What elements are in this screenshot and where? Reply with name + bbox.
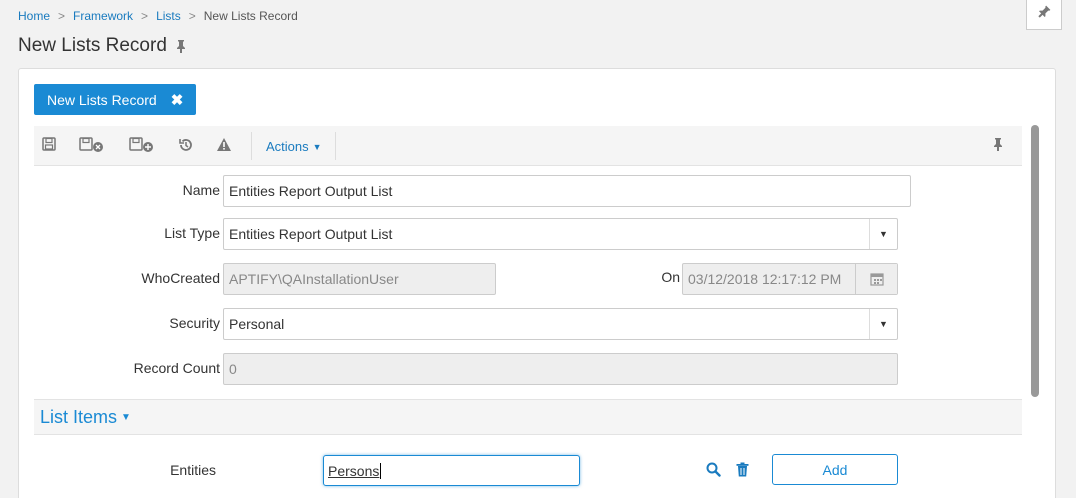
- who-created-label: WhoCreated: [141, 270, 220, 286]
- breadcrumb-framework[interactable]: Framework: [73, 9, 133, 23]
- pin-icon[interactable]: [175, 39, 187, 53]
- security-label: Security: [169, 315, 220, 331]
- caret-down-icon[interactable]: ▼: [869, 309, 897, 339]
- warning-icon[interactable]: [216, 137, 232, 152]
- calendar-icon[interactable]: [855, 264, 897, 294]
- security-value: Personal: [229, 316, 285, 332]
- name-value: Entities Report Output List: [229, 183, 393, 199]
- on-date-field: 03/12/2018 12:17:12 PM: [682, 263, 898, 295]
- security-select[interactable]: Personal ▼: [223, 308, 898, 340]
- actions-menu[interactable]: Actions ▼: [266, 139, 322, 154]
- history-icon[interactable]: [178, 137, 194, 153]
- save-icon[interactable]: [42, 137, 56, 151]
- add-button[interactable]: Add: [772, 454, 898, 485]
- search-icon[interactable]: [706, 462, 721, 477]
- breadcrumb: Home > Framework > Lists > New Lists Rec…: [18, 9, 298, 23]
- caret-down-icon[interactable]: ▼: [869, 219, 897, 249]
- record-toolbar: Actions ▼: [34, 126, 1022, 166]
- breadcrumb-home[interactable]: Home: [18, 9, 50, 23]
- record-count-label: Record Count: [133, 360, 220, 376]
- entities-input[interactable]: Persons: [323, 455, 580, 486]
- who-created-value: APTIFY\QAInstallationUser: [229, 271, 399, 287]
- record-tab-label: New Lists Record: [47, 91, 157, 108]
- list-type-label: List Type: [164, 225, 220, 241]
- breadcrumb-separator: >: [141, 9, 149, 23]
- caret-down-icon: ▼: [312, 141, 322, 152]
- list-items-title: List Items: [40, 406, 118, 427]
- pin-icon[interactable]: [992, 137, 1004, 151]
- record-count-value: 0: [229, 361, 237, 377]
- pin-panel-button[interactable]: [1026, 0, 1062, 30]
- toolbar-divider: [335, 132, 336, 160]
- name-label: Name: [182, 182, 220, 198]
- add-button-label: Add: [822, 461, 848, 478]
- page-title: New Lists Record: [18, 35, 167, 56]
- text-cursor: [380, 462, 382, 479]
- breadcrumb-separator: >: [58, 9, 66, 23]
- breadcrumb-current: New Lists Record: [203, 9, 298, 23]
- pin-icon: [1037, 5, 1051, 24]
- trash-icon[interactable]: [736, 462, 749, 477]
- entities-label: Entities: [170, 462, 216, 478]
- record-count-field: 0: [223, 353, 898, 385]
- scrollbar[interactable]: [1031, 125, 1039, 397]
- on-date-value: 03/12/2018 12:17:12 PM: [688, 271, 842, 287]
- record-tab[interactable]: New Lists Record ✖: [34, 84, 196, 115]
- save-and-new-icon[interactable]: [129, 137, 155, 153]
- on-label: On: [661, 269, 680, 285]
- who-created-field: APTIFY\QAInstallationUser: [223, 263, 496, 295]
- page-title-row: New Lists Record: [18, 35, 187, 57]
- list-type-select[interactable]: Entities Report Output List ▼: [223, 218, 898, 250]
- list-items-header[interactable]: List Items ▼: [34, 399, 1022, 435]
- toolbar-divider: [251, 132, 252, 160]
- entities-value: Persons: [328, 462, 380, 479]
- caret-down-icon: ▼: [121, 411, 131, 423]
- breadcrumb-lists[interactable]: Lists: [156, 9, 181, 23]
- list-type-value: Entities Report Output List: [229, 226, 393, 242]
- breadcrumb-separator: >: [188, 9, 196, 23]
- actions-label: Actions: [266, 139, 309, 154]
- name-field[interactable]: Entities Report Output List: [223, 175, 911, 207]
- close-icon[interactable]: ✖: [171, 91, 184, 109]
- save-and-close-icon[interactable]: [79, 137, 105, 153]
